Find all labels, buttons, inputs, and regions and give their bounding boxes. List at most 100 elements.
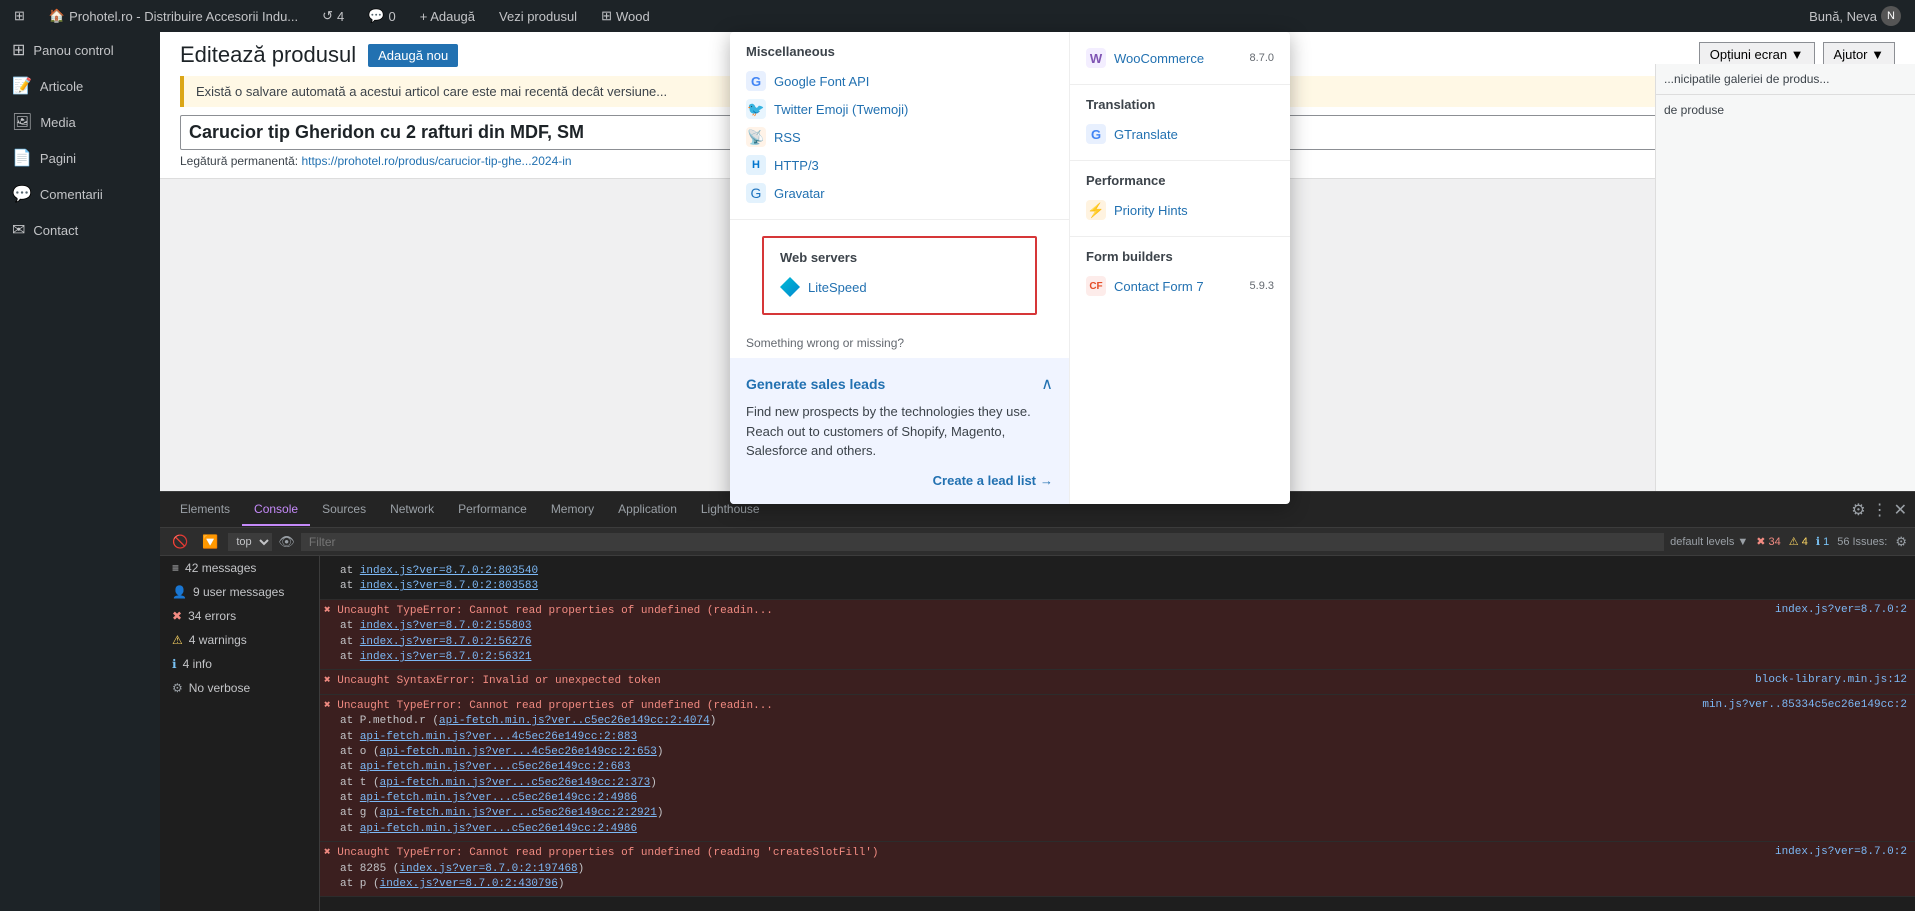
error-icon-2: ✖ (324, 675, 331, 687)
tab-memory[interactable]: Memory (539, 494, 606, 526)
sidebar-item-dashboard[interactable]: ⊞ Panou control (0, 32, 160, 68)
devtools-tab-group: Elements Console Sources Network Perform… (168, 494, 772, 526)
popup-item-priority-hints[interactable]: ⚡ Priority Hints (1086, 196, 1274, 224)
sidebar-info[interactable]: ℹ 4 info (160, 652, 319, 676)
log-link[interactable]: index.js?ver=8.7.0:2:803583 (360, 580, 538, 592)
http3-icon: H (746, 155, 766, 175)
popup-item-litespeed[interactable]: LiteSpeed (780, 273, 1019, 301)
sidebar-user-messages[interactable]: 👤 9 user messages (160, 580, 319, 604)
devtools-more-icon[interactable]: ⋮ (1872, 500, 1888, 520)
log-file-3[interactable]: min.js?ver..85334c5ec26e149cc:2 (1694, 697, 1915, 840)
sidebar-item-pages[interactable]: 📄 Pagini (0, 140, 160, 176)
comments-button[interactable]: 💬 0 (362, 0, 401, 32)
popup-item-gravatar[interactable]: G Gravatar (746, 179, 1053, 207)
priority-hints-link[interactable]: Priority Hints (1114, 203, 1188, 218)
sidebar-item-contact[interactable]: ✉ Contact (0, 212, 160, 248)
product-sidebar-content: de produse (1656, 95, 1915, 125)
sidebar-item-comments[interactable]: 💬 Comentarii (0, 176, 160, 212)
translation-title: Translation (1086, 97, 1274, 112)
tab-elements[interactable]: Elements (168, 494, 242, 526)
add-new-button[interactable]: + Adaugă (414, 0, 481, 32)
twitter-emoji-link[interactable]: Twitter Emoji (Twemoji) (774, 102, 908, 117)
popup-item-http3[interactable]: H HTTP/3 (746, 151, 1053, 179)
popup-item-google-fonts[interactable]: G Google Font API (746, 67, 1053, 95)
add-new-button[interactable]: Adaugă nou (368, 44, 458, 67)
log-content-error-2: ✖ Uncaught SyntaxError: Invalid or unexp… (320, 672, 1747, 691)
default-levels-dropdown[interactable]: default levels ▼ (1670, 536, 1748, 548)
tab-sources[interactable]: Sources (310, 494, 378, 526)
log-link[interactable]: api-fetch.min.js?ver...4c5ec26e149cc:2:6… (380, 746, 657, 758)
permalink-url[interactable]: https://prohotel.ro/produs/carucior-tip-… (301, 154, 571, 168)
log-link[interactable]: index.js?ver=8.7.0:2:430796 (380, 878, 558, 890)
popup-item-gtranslate[interactable]: G GTranslate (1086, 120, 1274, 148)
issues-settings-icon[interactable]: ⚙ (1895, 534, 1907, 550)
sidebar-all-messages[interactable]: ≡ 42 messages (160, 556, 319, 580)
greeting-button[interactable]: Bună, Neva N (1803, 0, 1907, 32)
product-sidebar: ...nicipatile galeriei de produs... de p… (1655, 64, 1915, 491)
tab-application[interactable]: Application (606, 494, 689, 526)
site-name-button[interactable]: 🏠 Prohotel.ro - Distribuire Accesorii In… (43, 0, 304, 32)
console-level-select[interactable]: top (228, 533, 272, 551)
log-link[interactable]: api-fetch.min.js?ver...c5ec26e149cc:2:29… (380, 807, 657, 819)
log-link[interactable]: index.js?ver=8.7.0:2:55803 (360, 620, 532, 632)
console-clear-button[interactable]: 🚫 (168, 532, 192, 552)
popup-item-twitter-emoji[interactable]: 🐦 Twitter Emoji (Twemoji) (746, 95, 1053, 123)
log-link[interactable]: index.js?ver=8.7.0:2:56276 (360, 636, 532, 648)
sales-leads-section: Generate sales leads ∧ Find new prospect… (730, 358, 1069, 504)
litespeed-link[interactable]: LiteSpeed (808, 280, 867, 295)
popup-item-cf7[interactable]: CF Contact Form 7 5.9.3 (1086, 272, 1274, 300)
http3-link[interactable]: HTTP/3 (774, 158, 819, 173)
cf7-link[interactable]: Contact Form 7 (1114, 279, 1204, 294)
sidebar-errors[interactable]: ✖ 34 errors (160, 604, 319, 628)
devtools-settings-icon[interactable]: ⚙ (1851, 500, 1865, 520)
log-file-2[interactable]: block-library.min.js:12 (1747, 672, 1915, 691)
warning-badge: ⚠ 4 (1789, 535, 1808, 548)
error-icon-3: ✖ (324, 700, 331, 712)
popup-item-rss[interactable]: 📡 RSS (746, 123, 1053, 151)
log-link[interactable]: index.js?ver=8.7.0:2:56321 (360, 651, 532, 663)
page-title: Editează produsul (180, 42, 356, 68)
console-log-area[interactable]: at index.js?ver=8.7.0:2:803540 at index.… (320, 556, 1915, 911)
log-content: at index.js?ver=8.7.0:2:803540 at index.… (320, 562, 1899, 597)
devtools-close-icon[interactable]: ✕ (1894, 500, 1907, 520)
log-link[interactable]: api-fetch.min.js?ver...c5ec26e149cc:2:68… (360, 761, 631, 773)
log-file-1[interactable]: index.js?ver=8.7.0:2 (1767, 602, 1915, 668)
articles-icon: 📝 (12, 76, 32, 96)
collapse-icon[interactable]: ∧ (1041, 374, 1053, 394)
gravatar-link[interactable]: Gravatar (774, 186, 825, 201)
comments-count: 0 (388, 9, 395, 24)
create-lead-list-link[interactable]: Create a lead list → (746, 473, 1053, 488)
woocommerce-link[interactable]: WooCommerce (1114, 51, 1204, 66)
sidebar-item-media[interactable]: 🖼 Media (0, 104, 160, 140)
user-messages-icon: 👤 (172, 585, 187, 599)
log-link[interactable]: api-fetch.min.js?ver...c5ec26e149cc:2:49… (360, 823, 637, 835)
view-product-label: Vezi produsul (499, 9, 577, 24)
contact-icon: ✉ (12, 220, 25, 240)
log-link[interactable]: index.js?ver=8.7.0:2:197468 (399, 863, 577, 875)
gtranslate-link[interactable]: GTranslate (1114, 127, 1178, 142)
console-filter-input[interactable] (301, 533, 1664, 551)
log-link[interactable]: api-fetch.min.js?ver..c5ec26e149cc:2:407… (439, 715, 710, 727)
sidebar-verbose[interactable]: ⚙ No verbose (160, 676, 319, 700)
log-file-4[interactable]: index.js?ver=8.7.0:2 (1767, 844, 1915, 894)
rss-link[interactable]: RSS (774, 130, 801, 145)
sidebar-warnings[interactable]: ⚠ 4 warnings (160, 628, 319, 652)
google-fonts-link[interactable]: Google Font API (774, 74, 869, 89)
tab-console[interactable]: Console (242, 494, 310, 526)
revisions-button[interactable]: ↺ 4 (316, 0, 350, 32)
console-filter-button[interactable]: 🔽 (198, 532, 222, 552)
wp-logo-button[interactable]: ⊞ (8, 0, 31, 32)
something-wrong-link[interactable]: Something wrong or missing? (746, 336, 904, 350)
view-product-button[interactable]: Vezi produsul (493, 0, 583, 32)
tab-performance[interactable]: Performance (446, 494, 539, 526)
log-link[interactable]: api-fetch.min.js?ver...c5ec26e149cc:2:37… (380, 777, 651, 789)
error-icon: ✖ (324, 605, 331, 617)
wp-logo-icon: ⊞ (14, 8, 25, 24)
woo-button[interactable]: ⊞ Wood (595, 0, 656, 32)
sidebar-item-articles[interactable]: 📝 Articole (0, 68, 160, 104)
log-link[interactable]: index.js?ver=8.7.0:2:803540 (360, 565, 538, 577)
tab-network[interactable]: Network (378, 494, 446, 526)
popup-item-woocommerce[interactable]: W WooCommerce 8.7.0 (1086, 44, 1274, 72)
log-link[interactable]: api-fetch.min.js?ver...c5ec26e149cc:2:49… (360, 792, 637, 804)
log-link[interactable]: api-fetch.min.js?ver...4c5ec26e149cc:2:8… (360, 731, 637, 743)
